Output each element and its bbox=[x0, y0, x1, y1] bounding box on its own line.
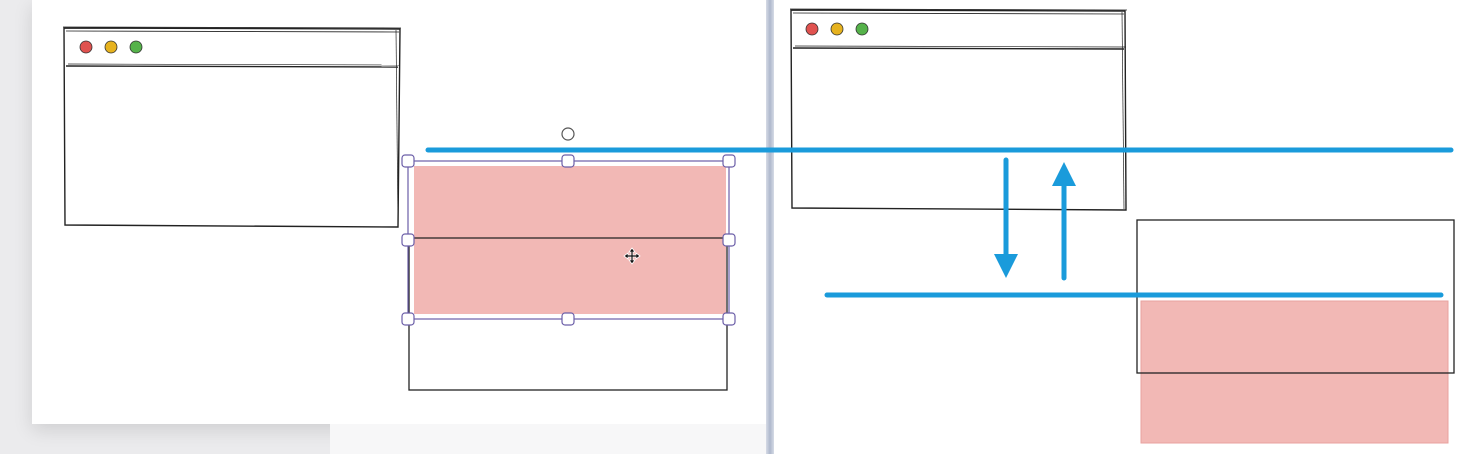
resize-handle-w[interactable] bbox=[401, 233, 415, 247]
rotate-handle[interactable] bbox=[561, 127, 575, 141]
resize-handle-e[interactable] bbox=[722, 233, 736, 247]
selected-pink-rectangle[interactable] bbox=[407, 160, 730, 320]
minimize-dot-icon[interactable] bbox=[104, 40, 118, 54]
resize-handle-nw[interactable] bbox=[401, 154, 415, 168]
browser-window-sketch-left[interactable] bbox=[62, 26, 402, 228]
arrow-up-icon bbox=[1052, 162, 1076, 281]
canvas-stage bbox=[0, 0, 1480, 454]
maximize-dot-icon[interactable] bbox=[855, 22, 869, 36]
maximize-dot-icon[interactable] bbox=[129, 40, 143, 54]
browser-window-sketch-right[interactable] bbox=[789, 8, 1128, 211]
resize-handle-ne[interactable] bbox=[722, 154, 736, 168]
resize-handle-n[interactable] bbox=[561, 154, 575, 168]
resize-handle-se[interactable] bbox=[722, 312, 736, 326]
pink-rectangle-right[interactable] bbox=[1140, 300, 1449, 444]
close-dot-icon[interactable] bbox=[79, 40, 93, 54]
drawing-layer bbox=[62, 8, 1455, 444]
close-dot-icon[interactable] bbox=[805, 22, 819, 36]
minimize-dot-icon[interactable] bbox=[830, 22, 844, 36]
resize-handle-sw[interactable] bbox=[401, 312, 415, 326]
resize-handle-s[interactable] bbox=[561, 312, 575, 326]
